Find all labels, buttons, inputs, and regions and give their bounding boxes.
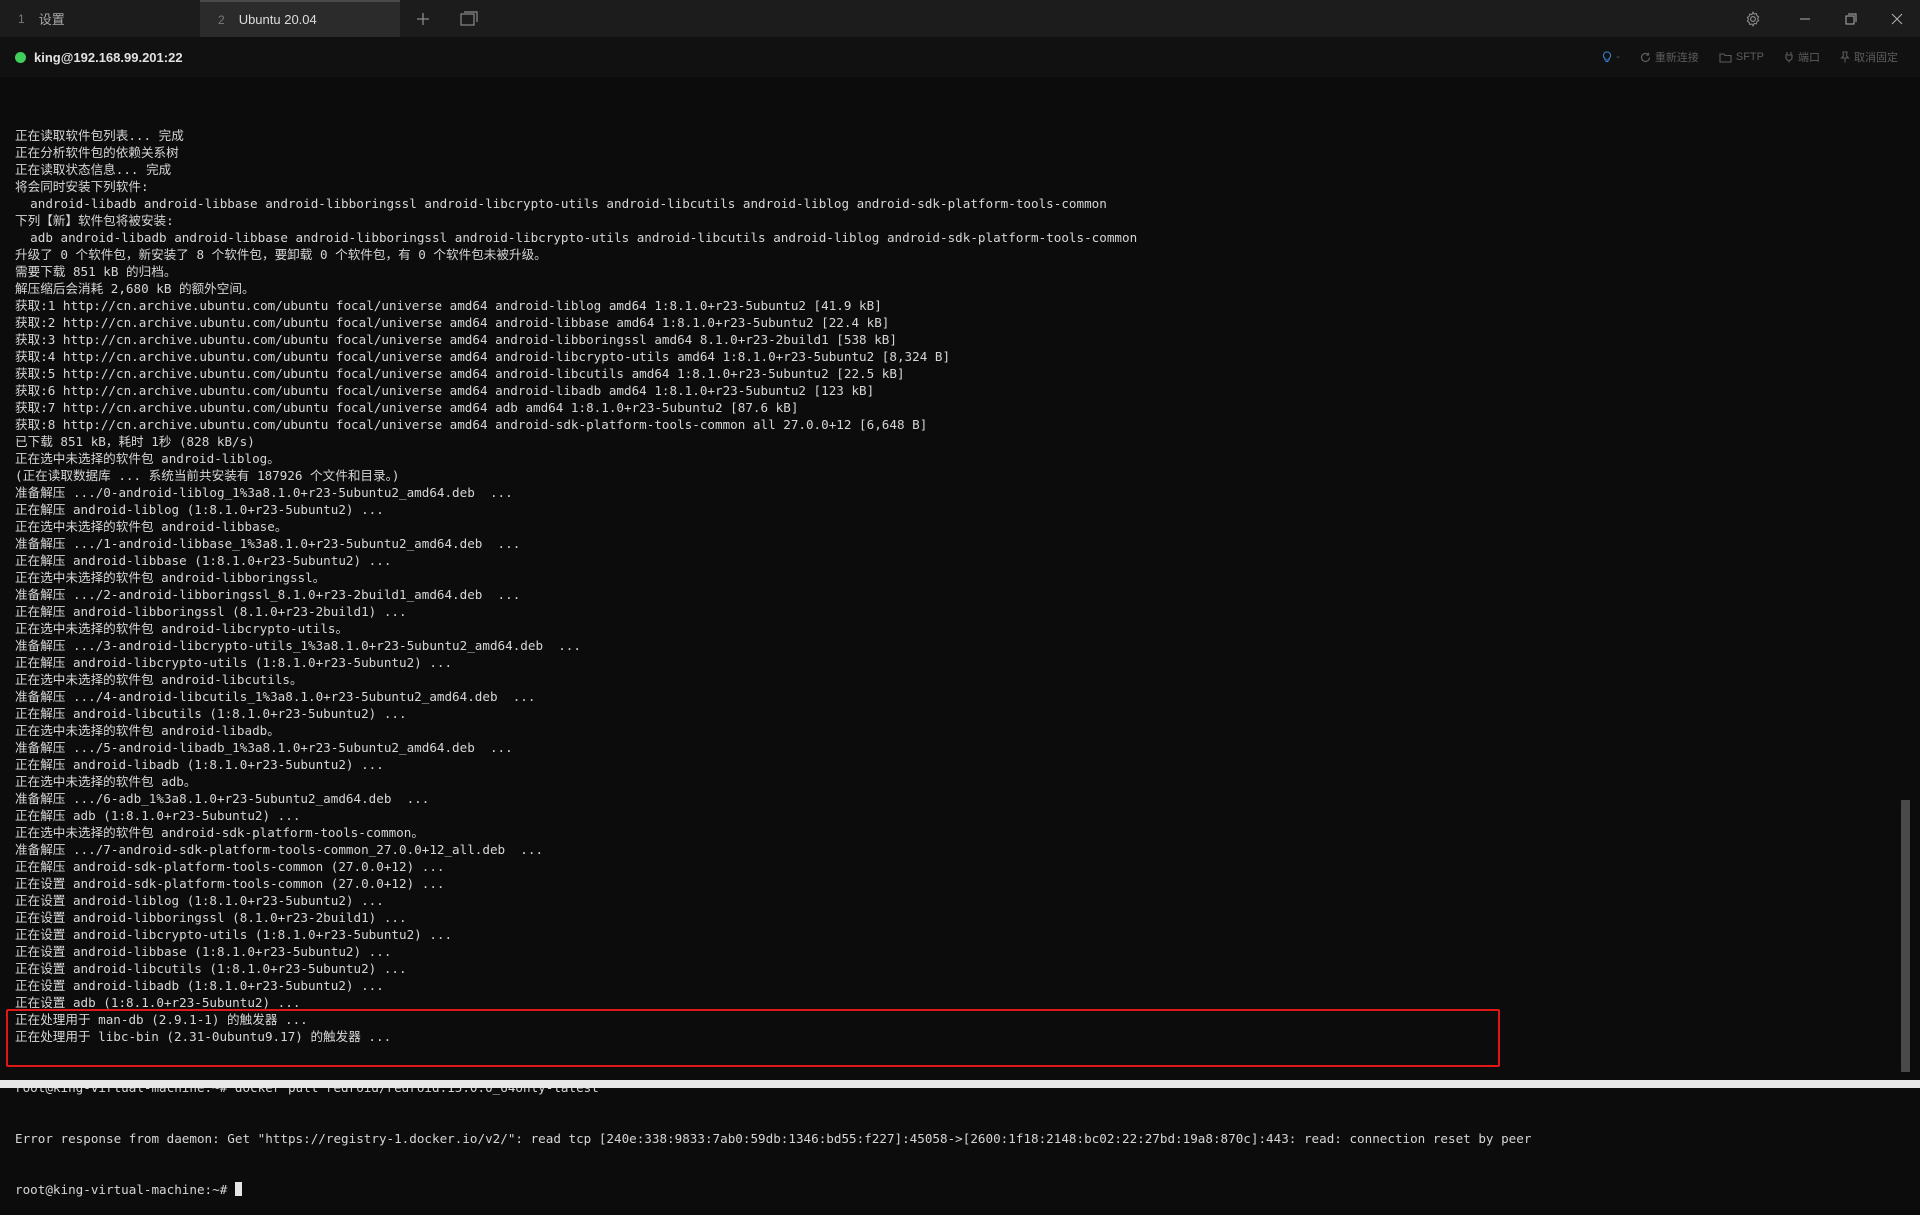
- terminal-line: (正在读取数据库 ... 系统当前共安装有 187926 个文件和目录。): [15, 468, 400, 483]
- tab-number: 1: [18, 11, 25, 26]
- terminal-line: 下列【新】软件包将被安装:: [15, 213, 174, 228]
- sftp-button[interactable]: SFTP: [1719, 51, 1764, 63]
- session-host: king@192.168.99.201:22: [34, 49, 183, 65]
- terminal-line: 获取:6 http://cn.archive.ubuntu.com/ubuntu…: [15, 383, 875, 398]
- terminal-line: 准备解压 .../4-android-libcutils_1%3a8.1.0+r…: [15, 689, 536, 704]
- prompt-text: root@king-virtual-machine:~#: [15, 1182, 235, 1197]
- terminal-line: 准备解压 .../1-android-libbase_1%3a8.1.0+r23…: [15, 536, 521, 551]
- tab-number: 2: [218, 12, 225, 27]
- error-highlight-box: [6, 1009, 1500, 1067]
- tab-ubuntu[interactable]: 2 Ubuntu 20.04: [200, 0, 400, 37]
- terminal-line: 正在解压 android-libbase (1:8.1.0+r23-5ubunt…: [15, 553, 392, 568]
- port-plug-icon: [1785, 52, 1793, 63]
- terminal-line: 正在选中未选择的软件包 android-libbase。: [15, 519, 288, 534]
- terminal-line: 准备解压 .../7-android-sdk-platform-tools-co…: [15, 842, 544, 857]
- terminal-line: 正在设置 android-sdk-platform-tools-common (…: [15, 876, 445, 891]
- refresh-icon: [1640, 52, 1650, 62]
- tab-bar: 1 设置 2 Ubuntu 20.04: [0, 0, 1920, 37]
- restore-button[interactable]: [1828, 0, 1874, 37]
- terminal-line: 正在选中未选择的软件包 android-libadb。: [15, 723, 280, 738]
- terminal-line: 准备解压 .../5-android-libadb_1%3a8.1.0+r23-…: [15, 740, 513, 755]
- session-bar: king@192.168.99.201:22 - 重新连接 SFTP 端口 取消…: [0, 37, 1920, 77]
- terminal-line: android-libadb android-libbase android-l…: [15, 196, 1107, 211]
- terminal-line: 正在解压 android-libcutils (1:8.1.0+r23-5ubu…: [15, 706, 407, 721]
- scrollbar-thumb[interactable]: [1901, 800, 1910, 1072]
- terminal-line: 获取:3 http://cn.archive.ubuntu.com/ubuntu…: [15, 332, 897, 347]
- hint-button[interactable]: -: [1602, 51, 1620, 63]
- terminal-line: 获取:2 http://cn.archive.ubuntu.com/ubuntu…: [15, 315, 890, 330]
- settings-button[interactable]: [1730, 0, 1776, 37]
- terminal-line: 获取:8 http://cn.archive.ubuntu.com/ubuntu…: [15, 417, 928, 432]
- terminal-line: 正在选中未选择的软件包 android-sdk-platform-tools-c…: [15, 825, 424, 840]
- terminal-line: 升级了 0 个软件包，新安装了 8 个软件包，要卸载 0 个软件包，有 0 个软…: [15, 247, 547, 262]
- tab-overview-button[interactable]: [446, 0, 492, 37]
- pin-icon: [1840, 51, 1850, 63]
- window-controls: [1730, 0, 1920, 37]
- reconnect-label: 重新连接: [1654, 52, 1699, 64]
- terminal-line: 正在解压 adb (1:8.1.0+r23-5ubuntu2) ...: [15, 808, 301, 823]
- reconnect-button[interactable]: 重新连接: [1640, 49, 1699, 65]
- terminal-line: 正在解压 android-libcrypto-utils (1:8.1.0+r2…: [15, 655, 453, 670]
- gear-icon: [1746, 10, 1760, 27]
- terminal-scrollbar[interactable]: [1901, 77, 1910, 1075]
- tab-settings[interactable]: 1 设置: [0, 0, 200, 37]
- close-button[interactable]: [1874, 0, 1920, 37]
- terminal-line: 已下载 851 kB，耗时 1秒 (828 kB/s): [15, 434, 255, 449]
- terminal-line: 正在分析软件包的依赖关系树: [15, 145, 179, 160]
- terminal-line: adb android-libadb android-libbase andro…: [15, 230, 1138, 245]
- terminal-cursor: [234, 1182, 242, 1196]
- terminal-line: 获取:5 http://cn.archive.ubuntu.com/ubuntu…: [15, 366, 905, 381]
- hint-dropdown-label: -: [1616, 51, 1620, 63]
- sftp-label: SFTP: [1735, 51, 1764, 63]
- terminal-line: 正在设置 android-liblog (1:8.1.0+r23-5ubuntu…: [15, 893, 384, 908]
- terminal-line: 正在选中未选择的软件包 android-libcrypto-utils。: [15, 621, 349, 636]
- terminal-line: 准备解压 .../6-adb_1%3a8.1.0+r23-5ubuntu2_am…: [15, 791, 430, 806]
- terminal-line: 获取:1 http://cn.archive.ubuntu.com/ubuntu…: [15, 298, 882, 313]
- terminal-line: 正在读取软件包列表... 完成: [15, 128, 184, 143]
- tab-label: Ubuntu 20.04: [238, 12, 317, 27]
- terminal-line: 获取:4 http://cn.archive.ubuntu.com/ubuntu…: [15, 349, 951, 364]
- close-icon: [1891, 13, 1903, 24]
- connection-status-indicator: [15, 51, 26, 63]
- terminal-line: 获取:7 http://cn.archive.ubuntu.com/ubuntu…: [15, 400, 799, 415]
- folder-icon: [1719, 52, 1732, 63]
- terminal-line: 将会同时安装下列软件:: [15, 179, 149, 194]
- terminal-line: 正在设置 android-libadb (1:8.1.0+r23-5ubuntu…: [15, 978, 384, 993]
- terminal-line: 需要下载 851 kB 的归档。: [15, 264, 177, 279]
- tab-label: 设置: [38, 12, 65, 27]
- terminal-line: 正在选中未选择的软件包 android-libcutils。: [15, 672, 303, 687]
- terminal-line: 正在解压 android-liblog (1:8.1.0+r23-5ubuntu…: [15, 502, 384, 517]
- terminal-line: 正在解压 android-sdk-platform-tools-common (…: [15, 859, 445, 874]
- window-bottom-edge: [0, 1080, 1920, 1088]
- terminal-scrollback: 正在读取软件包列表... 完成 正在分析软件包的依赖关系树 正在读取状态信息... …: [15, 127, 1895, 1045]
- terminal-line: 正在选中未选择的软件包 android-liblog。: [15, 451, 280, 466]
- plus-icon: [417, 12, 429, 25]
- terminal-line: 准备解压 .../2-android-libboringssl_8.1.0+r2…: [15, 587, 521, 602]
- port-button[interactable]: 端口: [1784, 49, 1820, 65]
- terminal-line: 正在读取状态信息... 完成: [15, 162, 172, 177]
- session-toolbar: - 重新连接 SFTP 端口 取消固定: [1582, 37, 1898, 77]
- restore-icon: [1845, 13, 1857, 24]
- terminal-line: 准备解压 .../0-android-liblog_1%3a8.1.0+r23-…: [15, 485, 513, 500]
- unpin-label: 取消固定: [1854, 52, 1898, 64]
- port-label: 端口: [1798, 52, 1820, 64]
- terminal-line: 准备解压 .../3-android-libcrypto-utils_1%3a8…: [15, 638, 581, 653]
- terminal-line: 正在设置 android-libboringssl (8.1.0+r23-2bu…: [15, 910, 407, 925]
- terminal-line: 正在解压 android-libboringssl (8.1.0+r23-2bu…: [15, 604, 407, 619]
- minimize-icon: [1800, 18, 1810, 19]
- new-tab-button[interactable]: [400, 0, 446, 37]
- minimize-button[interactable]: [1782, 0, 1828, 37]
- terminal-line: 正在解压 android-libadb (1:8.1.0+r23-5ubuntu…: [15, 757, 384, 772]
- terminal-line: 解压缩后会消耗 2,680 kB 的额外空间。: [15, 281, 255, 296]
- lightbulb-icon: [1603, 51, 1612, 63]
- terminal-line: 正在选中未选择的软件包 adb。: [15, 774, 197, 789]
- error-line: Error response from daemon: Get "https:/…: [15, 1131, 1532, 1146]
- terminal-line: 正在设置 android-libbase (1:8.1.0+r23-5ubunt…: [15, 944, 392, 959]
- prompt-line: root@king-virtual-machine:~#: [15, 1181, 1895, 1198]
- terminal-line: 正在选中未选择的软件包 android-libboringssl。: [15, 570, 326, 585]
- unpin-button[interactable]: 取消固定: [1840, 49, 1898, 65]
- tab-overview-icon: [460, 10, 478, 26]
- terminal-line: 正在设置 android-libcutils (1:8.1.0+r23-5ubu…: [15, 961, 407, 976]
- terminal-line: 正在设置 android-libcrypto-utils (1:8.1.0+r2…: [15, 927, 453, 942]
